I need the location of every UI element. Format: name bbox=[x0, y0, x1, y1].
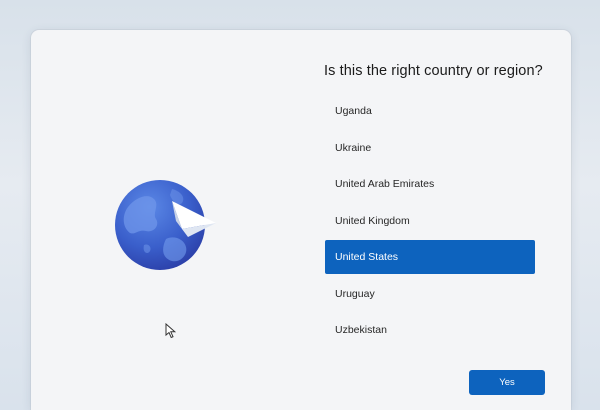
globe-illustration bbox=[114, 175, 224, 275]
country-item-uruguay[interactable]: Uruguay bbox=[325, 277, 535, 311]
yes-button[interactable]: Yes bbox=[469, 370, 545, 395]
country-item-united-kingdom[interactable]: United Kingdom bbox=[325, 204, 535, 238]
country-item-ukraine[interactable]: Ukraine bbox=[325, 131, 535, 165]
mouse-pointer-icon bbox=[165, 322, 177, 339]
country-item-uzbekistan[interactable]: Uzbekistan bbox=[325, 313, 535, 347]
country-item-united-states[interactable]: United States bbox=[325, 240, 535, 274]
page-title: Is this the right country or region? bbox=[324, 63, 543, 79]
illustration-area bbox=[31, 30, 286, 410]
oobe-panel: Is this the right country or region? Uga… bbox=[31, 30, 571, 410]
country-list[interactable]: Uganda Ukraine United Arab Emirates Unit… bbox=[325, 94, 535, 350]
globe-icon bbox=[115, 180, 216, 270]
country-item-uganda[interactable]: Uganda bbox=[325, 94, 535, 128]
country-item-united-arab-emirates[interactable]: United Arab Emirates bbox=[325, 167, 535, 201]
